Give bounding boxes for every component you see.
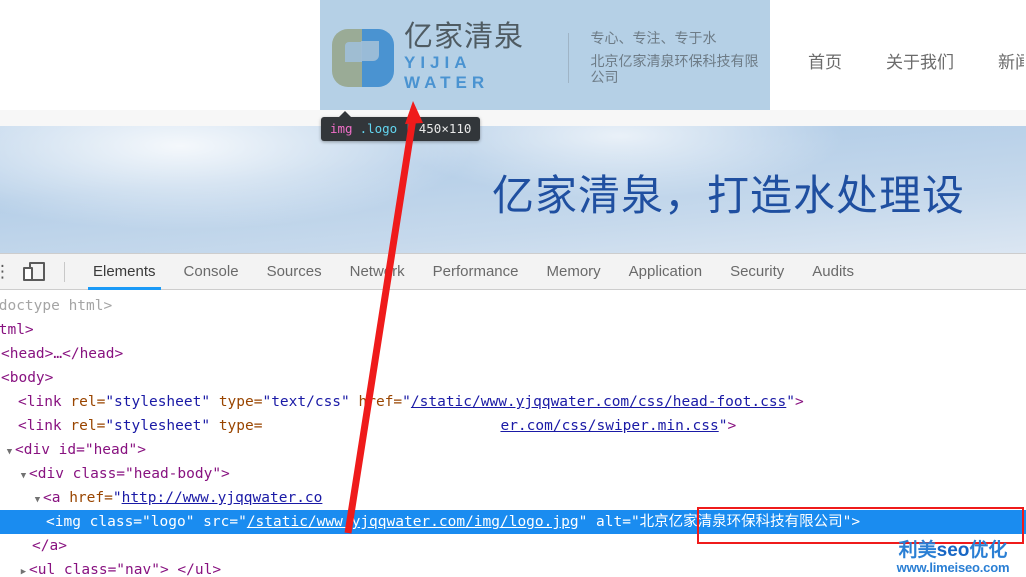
watermark-line1: 利美seo优化 [884,541,1022,561]
screenshot-root: 亿家清泉 YIJIA WATER 专心、专注、专于水 北京亿家清泉环保科技有限公… [0,0,1026,577]
expand-triangle-icon[interactable]: ▼ [32,488,43,512]
attr-class-name: class= [89,514,143,530]
dom-line-doctype[interactable]: !doctype html> [0,294,1026,318]
elements-tree-panel[interactable]: !doctype html> html> ▼<head>…</head> ▼<b… [0,290,1026,577]
div-head-text: <div id="head"> [15,442,146,458]
html-tag-text: html> [0,322,34,338]
img-tag-text: <img [46,514,90,530]
a-tag-text: <a [43,490,70,506]
tab-memory[interactable]: Memory [533,254,615,290]
logo-english-name: YIJIA WATER [404,52,490,93]
banner-title: 亿家清泉，打造水处理设 [492,172,966,219]
dom-line-link-swiper[interactable]: <link rel="stylesheet" type= er.com/css/s… [0,414,1026,438]
web-page-viewport: 亿家清泉 YIJIA WATER 专心、专注、专于水 北京亿家清泉环保科技有限公… [0,0,1026,253]
watermark-cn1: 利美 [898,540,937,561]
attr-href-value[interactable]: http://www.yjqqwater.co [122,490,323,506]
head-tag-text: <head>…</head> [1,346,124,362]
dom-line-anchor[interactable]: ▼ <a href="http://www.yjqqwater.co [0,486,1026,510]
dom-tree: !doctype html> html> ▼<head>…</head> ▼<b… [0,294,1026,577]
attr-href-value[interactable]: /static/www.yjqqwater.com/css/head-foot.… [411,394,786,410]
logo-slogan-line2: 北京亿家清泉环保科技有限公司 [590,52,759,86]
tab-network[interactable]: Network [336,254,419,290]
inspect-element-icon[interactable] [0,261,11,283]
attr-src-value[interactable]: /static/www.yjqqwater.com/img/logo.jpg [247,514,579,530]
tab-console[interactable]: Console [170,254,253,290]
collapse-triangle-icon[interactable]: ▶ [18,560,29,577]
dom-line-link-headfoot[interactable]: <link rel="stylesheet" type="text/css" h… [0,390,1026,414]
logo-divider [567,33,569,83]
body-tag-text: <body> [1,370,54,386]
attr-alt-value[interactable]: "北京亿家清泉环保科技有限公司" [631,514,851,530]
attr-href-name: href= [69,490,113,506]
logo-slogan-block: 专心、专注、专于水 北京亿家清泉环保科技有限公司 [591,30,762,86]
tab-sources[interactable]: Sources [253,254,336,290]
logo-chinese-name: 亿家清泉 [404,21,525,54]
attr-src-name: src= [203,514,239,530]
nav-item-home[interactable]: 首页 [808,48,842,73]
tab-security[interactable]: Security [716,254,798,290]
attr-rel-value: "stylesheet" [105,394,211,410]
dom-line-img-selected[interactable]: <img class="logo" src="/static/www.yjqqw… [0,510,1026,534]
attr-type-value: "text/css" [262,394,350,410]
dom-line-ul-nav[interactable]: ▶ <ul class="nav"> </ul> [0,558,1026,577]
attr-type-name: type= [218,418,263,434]
dom-line-head[interactable]: ▼<head>…</head> [0,342,1026,366]
badge-separator: | [404,121,412,136]
link-tag-text: <link [18,418,71,434]
nav-item-news[interactable]: 新闻 [998,48,1024,73]
badge-tag-name: img [330,121,353,136]
watermark-line2: www.limeiseo.com [896,559,1010,575]
dom-line-html[interactable]: html> [0,318,1026,342]
ul-nav-text: <ul class="nav"> </ul> [29,562,222,577]
nav-item-about[interactable]: 关于我们 [886,48,954,73]
attr-rel-name: rel= [70,394,106,410]
site-logo[interactable]: 亿家清泉 YIJIA WATER 专心、专注、专于水 北京亿家清泉环保科技有限公… [332,22,762,94]
device-toolbar-icon[interactable] [22,261,48,283]
dom-line-anchor-close[interactable]: </a> [0,534,1026,558]
attr-type-name: type= [218,394,263,410]
expand-triangle-icon[interactable]: ▼ [4,440,15,464]
logo-slogan-line1: 专心、专注、专于水 [590,29,717,46]
devtools-panel: Elements Console Sources Network Perform… [0,253,1026,577]
attr-class-value: "logo" [142,514,195,530]
tab-performance[interactable]: Performance [419,254,533,290]
tab-elements[interactable]: Elements [79,254,170,290]
attr-alt-name: alt= [596,514,631,530]
attr-rel-name: rel= [70,418,106,434]
toolbar-divider [64,261,65,282]
doctype-text: !doctype html> [0,298,113,314]
div-headbody-text: <div class="head-body"> [29,466,230,482]
badge-dimensions: 450×110 [418,121,472,136]
site-header: 亿家清泉 YIJIA WATER 专心、专注、专于水 北京亿家清泉环保科技有限公… [0,0,1026,110]
tab-audits[interactable]: Audits [798,254,868,290]
dom-line-body[interactable]: ▼<body> [0,366,1026,390]
element-info-badge: img .logo | 450×110 [321,111,481,141]
attr-href-value-swiper[interactable]: er.com/css/swiper.min.css [500,418,718,434]
expand-triangle-icon[interactable]: ▼ [18,464,29,488]
attr-rel-value: "stylesheet" [105,418,211,434]
dom-line-div-head[interactable]: ▼ <div id="head"> [0,438,1026,462]
watermark-seo: seo [936,540,970,561]
watermark-cn2: 优化 [969,540,1008,561]
devtools-toolbar: Elements Console Sources Network Perform… [0,254,1026,290]
site-banner: 亿家清泉，打造水处理设 [0,126,1026,253]
watermark: 利美seo优化 www.limeiseo.com [884,541,1022,575]
tab-application[interactable]: Application [615,254,716,290]
devtools-tab-bar: Elements Console Sources Network Perform… [79,254,868,290]
attr-href-name: href= [358,394,403,410]
link-tag-text: <link [18,394,71,410]
logo-text-block: 亿家清泉 YIJIA WATER [404,22,546,93]
badge-class-name: .logo [359,121,398,136]
logo-mark-icon [332,27,394,89]
dom-line-div-headbody[interactable]: ▼ <div class="head-body"> [0,462,1026,486]
a-close-text: </a> [32,538,67,554]
site-navigation: 首页 关于我们 新闻 [808,48,1026,73]
